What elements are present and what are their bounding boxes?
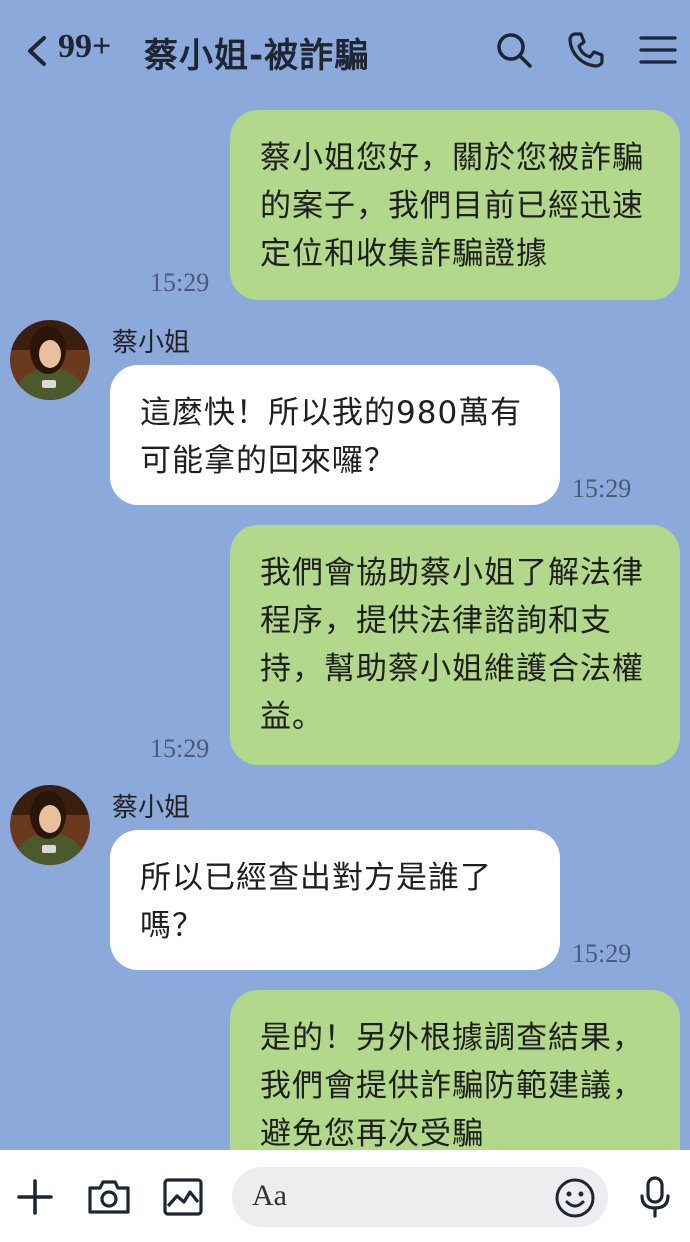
message-text: 蔡小姐您好，關於您被詐騙的案子，我們目前已經迅速定位和收集詐騙證據 <box>260 140 644 272</box>
search-icon[interactable] <box>494 30 534 70</box>
outgoing-message-bubble[interactable]: 我們會協助蔡小姐了解法律程序，提供法律諮詢和支持，幫助蔡小姐維護合法權益。 <box>230 525 680 765</box>
avatar[interactable] <box>10 785 90 865</box>
incoming-message-bubble[interactable]: 所以已經查出對方是誰了嗎？ <box>110 830 560 970</box>
plus-icon[interactable] <box>12 1174 58 1220</box>
menu-icon[interactable] <box>638 30 678 70</box>
message-input-bar: Aa <box>0 1150 690 1242</box>
image-icon[interactable] <box>160 1174 206 1220</box>
message-list[interactable]: 蔡小姐您好，關於您被詐騙的案子，我們目前已經迅速定位和收集詐騙證據 15:29 … <box>0 100 690 1150</box>
sender-name: 蔡小姐 <box>112 793 191 823</box>
unread-count[interactable]: 99+ <box>58 28 111 66</box>
phone-icon[interactable] <box>566 30 606 70</box>
message-text: 我們會協助蔡小姐了解法律程序，提供法律諮詢和支持，幫助蔡小姐維護合法權益。 <box>260 555 644 735</box>
message-timestamp: 15:29 <box>150 268 210 297</box>
sender-name: 蔡小姐 <box>112 328 191 358</box>
message-text: 所以已經查出對方是誰了嗎？ <box>140 860 492 944</box>
chat-header: 99+ 蔡小姐-被詐騙 <box>0 0 690 100</box>
message-timestamp: 15:29 <box>150 734 210 763</box>
outgoing-message-bubble[interactable]: 蔡小姐您好，關於您被詐騙的案子，我們目前已經迅速定位和收集詐騙證據 <box>230 110 680 300</box>
chat-title: 蔡小姐-被詐騙 <box>144 36 370 76</box>
camera-icon[interactable] <box>86 1174 132 1220</box>
avatar[interactable] <box>10 320 90 400</box>
message-timestamp: 15:29 <box>572 939 632 968</box>
message-text: 是的！另外根據調查結果，我們會提供詐騙防範建議，避免您再次受騙 <box>260 1020 644 1150</box>
microphone-icon[interactable] <box>632 1174 678 1220</box>
incoming-message-bubble[interactable]: 這麼快！所以我的980萬有可能拿的回來囉？ <box>110 365 560 505</box>
input-placeholder: Aa <box>252 1179 287 1212</box>
message-text: 這麼快！所以我的980萬有可能拿的回來囉？ <box>140 395 523 479</box>
emoji-icon[interactable] <box>554 1177 596 1219</box>
message-input[interactable]: Aa <box>232 1167 608 1227</box>
chevron-left-icon[interactable] <box>22 34 52 68</box>
outgoing-message-bubble[interactable]: 是的！另外根據調查結果，我們會提供詐騙防範建議，避免您再次受騙 <box>230 990 680 1150</box>
message-timestamp: 15:29 <box>572 474 632 503</box>
